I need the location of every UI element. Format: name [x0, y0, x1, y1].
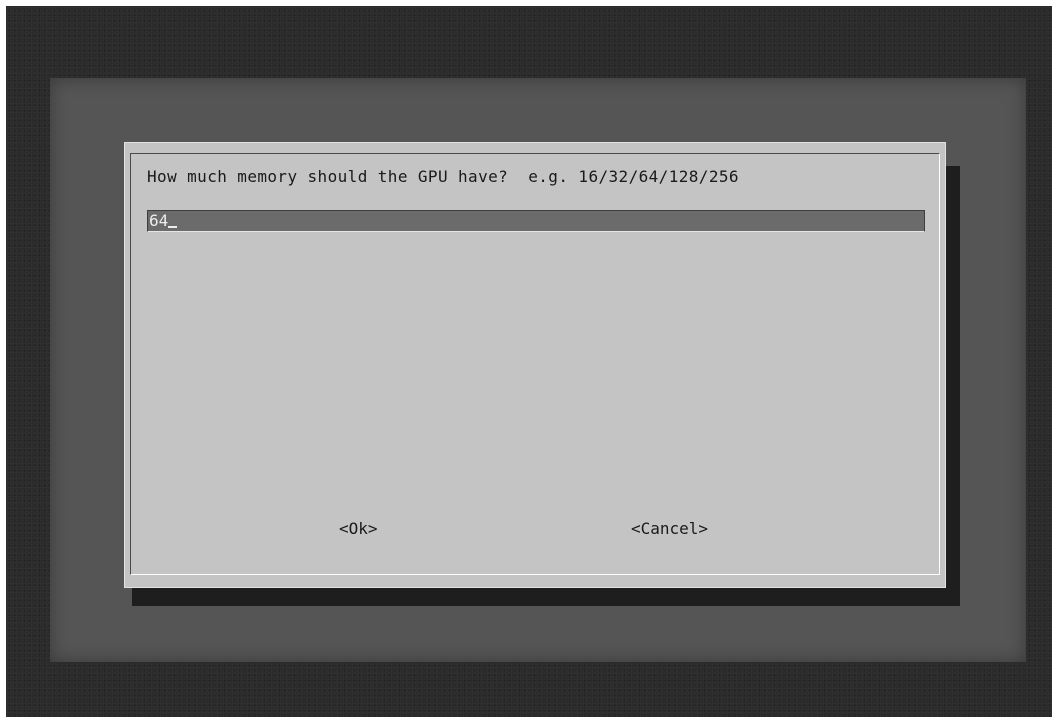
- dialog-prompt: How much memory should the GPU have? e.g…: [147, 167, 739, 186]
- gpu-memory-value: 64: [149, 211, 169, 230]
- text-cursor: [168, 226, 178, 228]
- gpu-memory-input[interactable]: 64: [147, 210, 925, 232]
- ok-button[interactable]: <Ok>: [339, 519, 378, 538]
- cancel-button[interactable]: <Cancel>: [631, 519, 708, 538]
- input-dialog: How much memory should the GPU have? e.g…: [124, 142, 946, 588]
